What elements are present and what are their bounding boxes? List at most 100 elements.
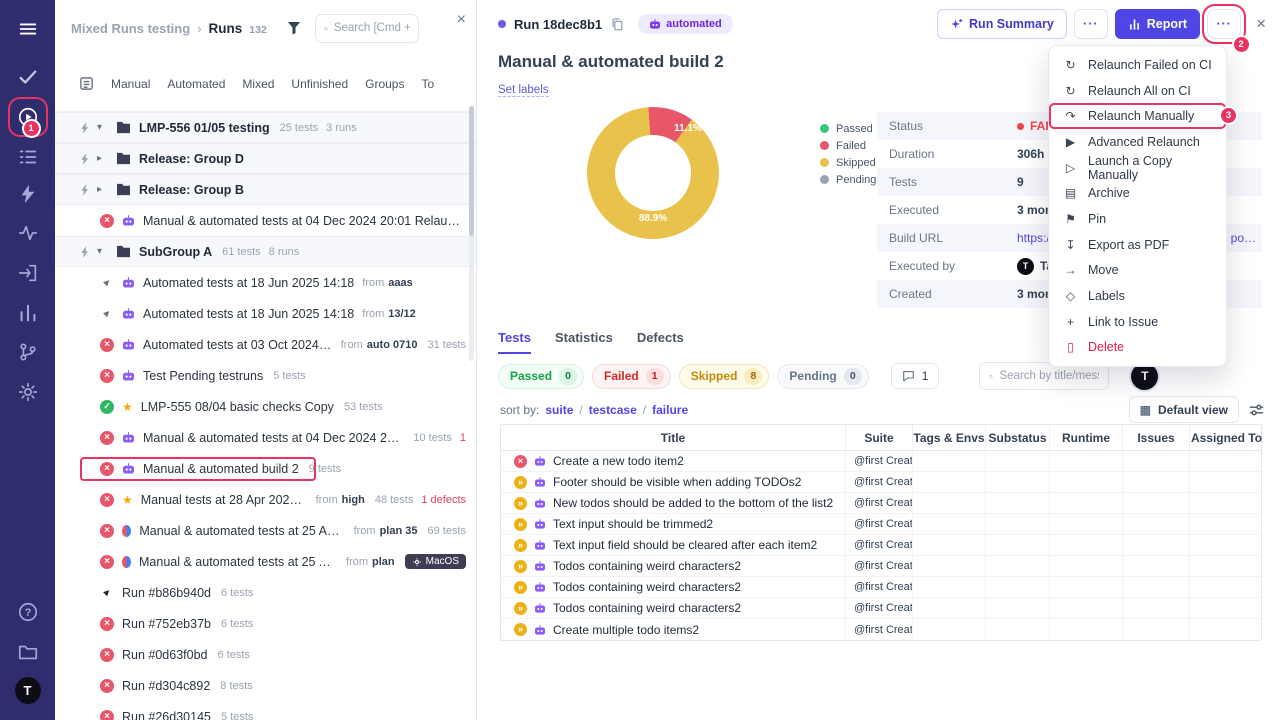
gear-icon[interactable] xyxy=(15,379,41,405)
run-tab[interactable]: Statistics xyxy=(555,330,613,354)
menu-item[interactable]: ◇ Labels xyxy=(1049,283,1226,309)
run-list-item[interactable]: ★ Automated tests at 18 Jun 2025 14:18 f… xyxy=(55,298,476,329)
test-row[interactable]: Todos containing weird characters2 @firs… xyxy=(501,577,1261,598)
runs-panel-close-button[interactable]: × xyxy=(457,12,466,28)
columns-settings-icon[interactable] xyxy=(1249,403,1264,417)
menu-icon[interactable] xyxy=(15,16,41,42)
run-list-item[interactable]: ★ Manual & automated tests at 04 Dec 202… xyxy=(55,205,476,236)
test-row[interactable]: Footer should be visible when adding TOD… xyxy=(501,472,1261,493)
status-filter-chip[interactable]: Passed 0 xyxy=(498,364,584,389)
test-title[interactable]: New todos should be added to the bottom … xyxy=(553,496,833,510)
run-list-item[interactable]: ★ Run #0d63f0bd 6 tests xyxy=(55,639,476,670)
set-labels-link[interactable]: Set labels xyxy=(498,84,549,97)
bar-chart-icon[interactable] xyxy=(15,300,41,326)
filter-button[interactable] xyxy=(283,17,305,39)
runs-tab[interactable]: Automated xyxy=(167,77,225,91)
run-tab[interactable]: Tests xyxy=(498,330,531,354)
close-run-button[interactable]: × xyxy=(1256,14,1266,34)
test-title[interactable]: Create a new todo item2 xyxy=(553,454,684,468)
scrollbar-thumb[interactable] xyxy=(469,106,474,236)
play-circle-icon[interactable]: 1 xyxy=(15,104,41,130)
breadcrumb-project[interactable]: Mixed Runs testing xyxy=(71,21,190,36)
menu-item[interactable]: ▤ Archive xyxy=(1049,180,1226,206)
chevron-icon[interactable] xyxy=(97,153,109,164)
run-list-item[interactable]: ★ LMP-556 01/05 testing 25 tests 3 runs xyxy=(55,112,476,143)
run-list-item[interactable]: ★ Manual & automated tests at 04 Dec 202… xyxy=(55,422,476,453)
menu-item[interactable]: ⚑ Pin xyxy=(1049,206,1226,232)
status-filter-chip[interactable]: Failed 1 xyxy=(592,364,671,389)
run-list-item[interactable]: ★ Automated tests at 03 Oct 2024 20:25 f… xyxy=(55,329,476,360)
run-list-item[interactable]: ★ Manual tests at 28 Apr 2025 16:50 from… xyxy=(55,484,476,515)
check-icon[interactable] xyxy=(15,64,41,90)
projects-folder-icon[interactable] xyxy=(15,639,41,665)
run-list-item[interactable]: ★ Test Pending testruns 5 tests xyxy=(55,360,476,391)
runs-tab[interactable]: To xyxy=(421,77,434,91)
chevron-icon[interactable] xyxy=(97,184,109,195)
menu-item[interactable]: ↻ Relaunch All on CI xyxy=(1049,78,1226,104)
report-button[interactable]: Report xyxy=(1115,9,1200,39)
test-title[interactable]: Create multiple todo items2 xyxy=(553,623,699,637)
test-title[interactable]: Todos containing weird characters2 xyxy=(553,580,741,594)
test-row[interactable]: Todos containing weird characters2 @firs… xyxy=(501,598,1261,619)
menu-item[interactable]: ↷ Relaunch Manually 3 xyxy=(1049,103,1226,129)
runs-tab[interactable]: Mixed xyxy=(242,77,274,91)
run-list-item[interactable]: ★ Run #b86b940d 6 tests xyxy=(55,577,476,608)
test-title[interactable]: Todos containing weird characters2 xyxy=(553,559,741,573)
chevron-icon[interactable] xyxy=(97,246,109,257)
menu-item[interactable]: ▷ Launch a Copy Manually xyxy=(1049,155,1226,181)
run-list-item[interactable]: ★ Run #d304c892 8 tests xyxy=(55,670,476,701)
runs-tab[interactable]: Manual xyxy=(111,77,150,91)
run-actions-menu-button[interactable]: ··· 2 xyxy=(1207,9,1241,39)
breadcrumb-section[interactable]: Runs xyxy=(209,21,243,36)
chevron-icon[interactable] xyxy=(97,122,109,133)
activity-icon[interactable] xyxy=(15,220,41,246)
sort-testcase-link[interactable]: testcase xyxy=(589,403,637,417)
test-row[interactable]: Create multiple todo items2 @first Creat… xyxy=(501,619,1261,640)
test-row[interactable]: Create a new todo item2 @first Create … xyxy=(501,451,1261,472)
run-list-item[interactable]: ★ Manual & automated build 2 9 tests xyxy=(55,453,476,484)
test-row[interactable]: Text input field should be cleared after… xyxy=(501,535,1261,556)
sort-failure-link[interactable]: failure xyxy=(652,403,688,417)
menu-item[interactable]: + Link to Issue xyxy=(1049,309,1226,335)
runs-tab[interactable]: Groups xyxy=(365,77,404,91)
test-title[interactable]: Text input field should be cleared after… xyxy=(553,538,817,552)
run-list-item[interactable]: ★ Manual & automated tests at 25 Apr 202… xyxy=(55,546,476,577)
task-list-icon[interactable] xyxy=(15,144,41,170)
sort-suite-link[interactable]: suite xyxy=(545,403,573,417)
run-tab[interactable]: Defects xyxy=(637,330,684,354)
run-list-item[interactable]: ★ Manual & automated tests at 25 Apr 202… xyxy=(55,515,476,546)
menu-item[interactable]: → Move xyxy=(1049,258,1226,284)
test-title[interactable]: Text input should be trimmed2 xyxy=(553,517,713,531)
comments-filter-chip[interactable]: 1 xyxy=(891,363,940,389)
runs-scrollbar[interactable] xyxy=(469,106,474,361)
more-options-button[interactable]: ··· xyxy=(1074,9,1108,39)
git-branch-icon[interactable] xyxy=(15,339,41,365)
run-list-item[interactable]: ★ Release: Group D xyxy=(55,143,476,174)
runs-tab[interactable]: Unfinished xyxy=(291,77,348,91)
menu-item[interactable]: ↻ Relaunch Failed on CI xyxy=(1049,52,1226,78)
test-row[interactable]: Text input should be trimmed2 @first Cre… xyxy=(501,514,1261,535)
run-list-item[interactable]: ★ SubGroup A 61 tests 8 runs xyxy=(55,236,476,267)
test-title[interactable]: Footer should be visible when adding TOD… xyxy=(553,475,801,489)
import-export-icon[interactable] xyxy=(15,260,41,286)
default-view-button[interactable]: ▦ Default view xyxy=(1129,396,1239,423)
help-icon[interactable]: ? xyxy=(15,599,41,625)
lightning-icon[interactable] xyxy=(15,181,41,207)
status-filter-chip[interactable]: Skipped 8 xyxy=(679,364,770,389)
menu-item[interactable]: ↧ Export as PDF xyxy=(1049,232,1226,258)
run-list-item[interactable]: ★ Release: Group B xyxy=(55,174,476,205)
test-row[interactable]: New todos should be added to the bottom … xyxy=(501,493,1261,514)
run-summary-button[interactable]: Run Summary xyxy=(937,9,1067,39)
run-list-item[interactable]: ★ Run #752eb37b 6 tests xyxy=(55,608,476,639)
test-title[interactable]: Todos containing weird characters2 xyxy=(553,601,741,615)
status-filter-chip[interactable]: Pending 0 xyxy=(777,364,868,389)
user-avatar[interactable]: T xyxy=(15,677,41,703)
run-list-item[interactable]: ★ Run #26d30145 5 tests xyxy=(55,701,476,720)
run-list-item[interactable]: ★ Automated tests at 18 Jun 2025 14:18 f… xyxy=(55,267,476,298)
menu-item[interactable]: ▯ Delete xyxy=(1049,335,1226,361)
test-row[interactable]: Todos containing weird characters2 @firs… xyxy=(501,556,1261,577)
runs-filter-icon[interactable] xyxy=(79,76,94,91)
copy-icon[interactable] xyxy=(610,17,624,32)
run-list-item[interactable]: ★ LMP-555 08/04 basic checks Copy 53 tes… xyxy=(55,391,476,422)
tests-search-input[interactable] xyxy=(999,370,1099,382)
